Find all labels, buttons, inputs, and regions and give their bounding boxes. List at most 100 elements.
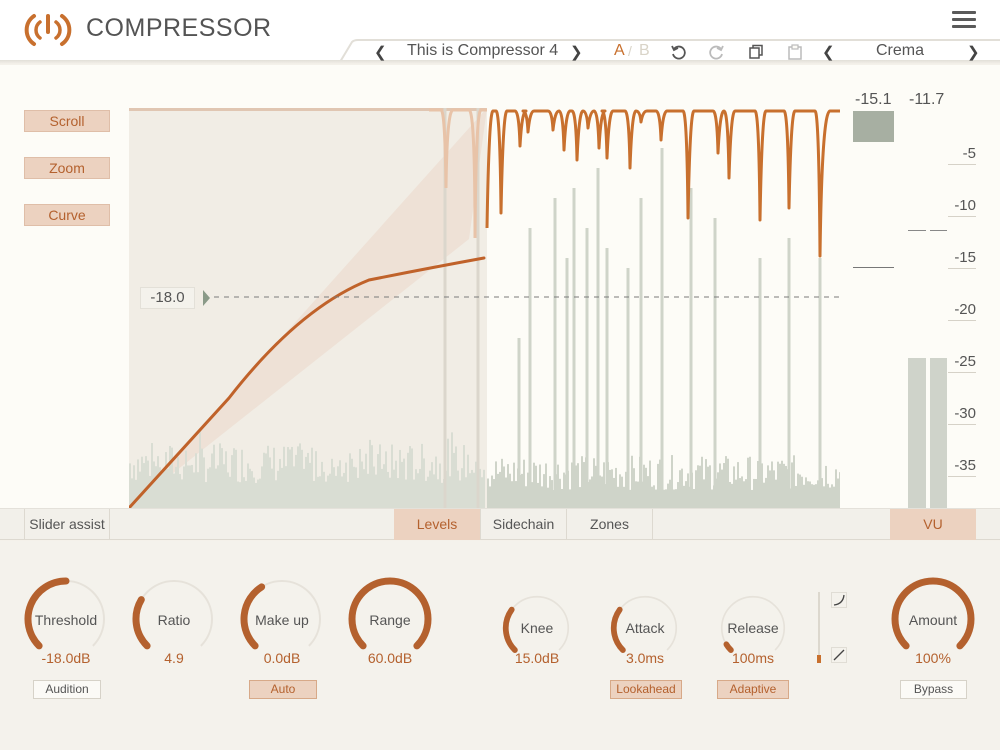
- curve-log-icon[interactable]: [831, 592, 847, 608]
- audition-button[interactable]: Audition: [33, 680, 101, 699]
- waveform-sample: [169, 445, 171, 508]
- auto-button[interactable]: Auto: [249, 680, 317, 699]
- waveform-sample: [525, 486, 527, 508]
- waveform-sample: [337, 466, 339, 508]
- waveform-sample: [823, 486, 825, 508]
- threshold-handle-icon[interactable]: [203, 290, 210, 306]
- preset-name[interactable]: This is Compressor 4: [407, 42, 558, 60]
- waveform-sample: [681, 468, 683, 508]
- waveform-sample: [493, 479, 495, 508]
- ratio-label: Ratio: [157, 612, 191, 628]
- adaptive-button[interactable]: Adaptive: [717, 680, 789, 699]
- waveform-spike: [572, 188, 576, 508]
- waveform-sample: [465, 477, 467, 508]
- waveform-sample: [429, 470, 431, 508]
- theme-next-icon[interactable]: ❯: [967, 43, 980, 61]
- waveform-sample: [583, 462, 585, 508]
- waveform-sample: [369, 439, 371, 508]
- preset-next-icon[interactable]: ❯: [570, 43, 583, 61]
- waveform-sample: [355, 467, 357, 508]
- copy-icon[interactable]: [748, 44, 764, 60]
- waveform-sample: [677, 482, 679, 508]
- waveform-sample: [515, 481, 517, 508]
- waveform-sample: [187, 465, 189, 508]
- redo-icon[interactable]: [709, 44, 725, 60]
- waveform-sample: [471, 469, 473, 508]
- ab-b-button[interactable]: B: [639, 42, 650, 60]
- waveform-sample: [315, 451, 317, 508]
- waveform-sample: [291, 446, 293, 508]
- waveform-sample: [295, 454, 297, 508]
- gain-reduction-meter: [853, 111, 894, 142]
- theme-prev-icon[interactable]: ❮: [822, 43, 835, 61]
- vu-peak-left: [908, 230, 926, 231]
- waveform-sample: [591, 476, 593, 508]
- gr-meter-marker: [853, 267, 894, 268]
- waveform-sample: [373, 466, 375, 508]
- waveform-sample: [489, 486, 491, 508]
- waveform-sample: [253, 477, 255, 508]
- lookahead-button[interactable]: Lookahead: [610, 680, 682, 699]
- waveform-sample: [359, 448, 361, 508]
- paste-icon[interactable]: [787, 44, 803, 60]
- waveform-sample: [229, 476, 231, 508]
- waveform-sample: [139, 471, 141, 508]
- scale-label: -10: [948, 197, 976, 217]
- makeup-label: Make up: [255, 612, 309, 628]
- waveform-sample: [631, 455, 633, 508]
- release-value: 100ms: [731, 650, 775, 666]
- waveform-sample: [697, 465, 699, 508]
- bypass-button[interactable]: Bypass: [900, 680, 967, 699]
- theme-name[interactable]: Crema: [876, 42, 924, 60]
- slider-assist-button[interactable]: Slider assist: [24, 509, 110, 540]
- waveform-sample: [303, 468, 305, 508]
- preset-prev-icon[interactable]: ❮: [374, 43, 387, 61]
- waveform-sample: [743, 481, 745, 508]
- waveform-sample: [347, 481, 349, 508]
- curve-linear-icon[interactable]: [831, 647, 847, 663]
- waveform-sample: [795, 485, 797, 508]
- waveform-sample: [805, 477, 807, 508]
- waveform-sample: [353, 466, 355, 508]
- waveform-sample: [593, 458, 595, 508]
- release-mode-handle[interactable]: [817, 655, 821, 663]
- hamburger-menu-icon[interactable]: [952, 11, 976, 31]
- ab-a-button[interactable]: A: [614, 42, 625, 60]
- waveform-sample: [157, 456, 159, 508]
- waveform-sample: [693, 488, 695, 508]
- waveform-sample: [391, 444, 393, 508]
- waveform-sample: [449, 476, 451, 508]
- tab-zones[interactable]: Zones: [566, 509, 653, 540]
- waveform-sample: [813, 484, 815, 508]
- threshold-readout[interactable]: -18.0: [140, 287, 195, 309]
- waveform-sample: [145, 456, 147, 508]
- waveform-sample: [603, 462, 605, 508]
- undo-icon[interactable]: [670, 44, 686, 60]
- waveform-sample: [649, 460, 651, 508]
- zoom-button[interactable]: Zoom: [24, 157, 110, 179]
- tab-levels[interactable]: Levels: [394, 509, 480, 540]
- compression-graph[interactable]: [129, 108, 840, 508]
- scroll-button[interactable]: Scroll: [24, 110, 110, 132]
- release-mode-slider[interactable]: [818, 592, 820, 662]
- waveform-sample: [799, 474, 801, 508]
- waveform-spike: [713, 218, 717, 508]
- waveform-sample: [255, 482, 257, 508]
- tab-sidechain[interactable]: Sidechain: [480, 509, 567, 540]
- waveform-sample: [269, 457, 271, 508]
- waveform-sample: [329, 473, 331, 508]
- waveform-sample: [195, 453, 197, 508]
- waveform-sample: [769, 470, 771, 508]
- waveform-sample: [457, 470, 459, 508]
- range-label: Range: [369, 612, 411, 628]
- waveform-spike: [818, 258, 822, 508]
- waveform-sample: [309, 462, 311, 508]
- waveform-sample: [377, 454, 379, 508]
- waveform-sample: [463, 445, 465, 508]
- curve-button[interactable]: Curve: [24, 204, 110, 226]
- waveform-sample: [331, 458, 333, 508]
- waveform-sample: [703, 479, 705, 508]
- waveform-sample: [275, 480, 277, 508]
- tab-vu[interactable]: VU: [890, 509, 976, 540]
- waveform-sample: [149, 475, 151, 508]
